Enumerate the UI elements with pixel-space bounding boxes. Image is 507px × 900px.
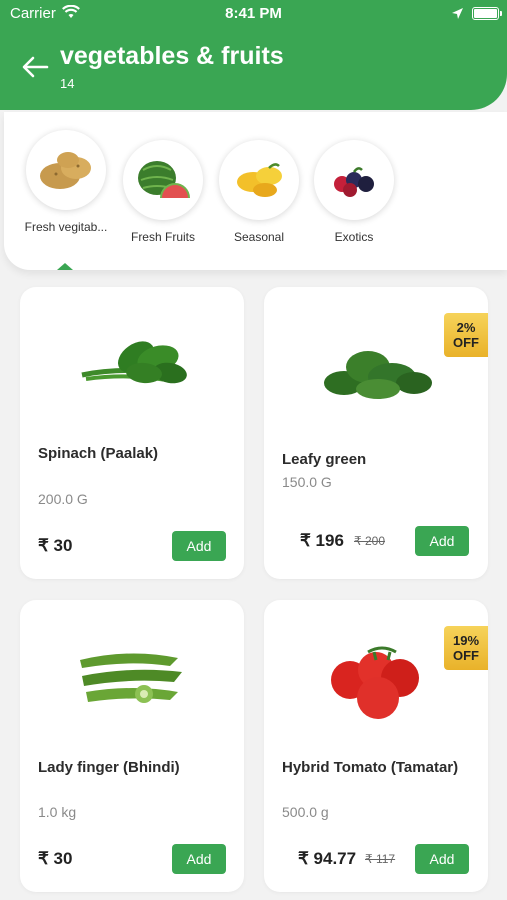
product-price: ₹ 30 xyxy=(38,849,73,868)
lady-finger-image xyxy=(80,653,182,703)
category-seasonal[interactable]: Seasonal xyxy=(216,140,302,244)
product-name: Leafy green xyxy=(282,451,367,468)
discount-badge: 2% OFF xyxy=(444,313,488,357)
category-label: Fresh Fruits xyxy=(130,230,195,244)
clock-time: 8:41 PM xyxy=(225,5,282,22)
product-quantity: 500.0 g xyxy=(282,804,329,820)
category-fresh-fruits[interactable]: Fresh Fruits xyxy=(120,140,206,244)
category-label: Seasonal xyxy=(233,230,285,244)
page-title: vegetables & fruits xyxy=(60,42,284,70)
back-arrow-icon[interactable] xyxy=(20,54,50,80)
location-arrow-icon xyxy=(452,8,463,19)
product-mrp: ₹ 117 xyxy=(365,852,396,866)
watermelon-icon xyxy=(123,140,203,220)
berries-icon xyxy=(314,140,394,220)
status-bar: Carrier 8:41 PM xyxy=(0,0,507,30)
category-exotics[interactable]: Exotics xyxy=(311,140,397,244)
product-price: ₹ 30 xyxy=(38,536,73,555)
product-card[interactable]: 2% OFF Leafy green 150.0 G ₹ 196 ₹ 200 A… xyxy=(264,287,488,579)
product-mrp: ₹ 200 xyxy=(354,534,385,548)
spinach-image xyxy=(81,341,187,384)
product-price: ₹ 196 xyxy=(300,531,344,550)
mango-icon xyxy=(219,140,299,220)
selected-category-indicator xyxy=(57,263,73,270)
add-button[interactable]: Add xyxy=(172,844,226,874)
product-name: Lady finger (Bhindi) xyxy=(38,759,180,776)
leafy-green-image xyxy=(324,351,432,399)
product-quantity: 200.0 G xyxy=(38,491,88,507)
battery-icon xyxy=(472,7,502,20)
product-quantity: 1.0 kg xyxy=(38,804,77,820)
category-label: Fresh vegitab... xyxy=(24,220,108,234)
product-name: Hybrid Tomato (Tamatar) xyxy=(282,759,459,776)
category-label: Exotics xyxy=(334,230,374,244)
add-button[interactable]: Add xyxy=(172,531,226,561)
item-count: 14 xyxy=(60,76,75,91)
add-button[interactable]: Add xyxy=(415,526,469,556)
potato-icon xyxy=(26,130,106,210)
product-card[interactable]: Lady finger (Bhindi) 1.0 kg ₹ 30 Add xyxy=(20,600,244,892)
product-quantity: 150.0 G xyxy=(282,474,332,490)
product-name: Spinach (Paalak) xyxy=(38,445,159,462)
product-card[interactable]: 19% OFF Hybrid Tomato (Tamatar) 500.0 g … xyxy=(264,600,488,892)
add-button[interactable]: Add xyxy=(415,844,469,874)
header: vegetables & fruits 14 xyxy=(0,30,507,110)
product-card[interactable]: Spinach (Paalak) 200.0 G ₹ 30 Add xyxy=(20,287,244,579)
product-price: ₹ 94.77 xyxy=(298,849,357,868)
discount-badge: 19% OFF xyxy=(444,626,488,670)
category-fresh-vegetables[interactable]: Fresh vegitab... xyxy=(18,130,114,234)
tomato-image xyxy=(331,646,419,719)
